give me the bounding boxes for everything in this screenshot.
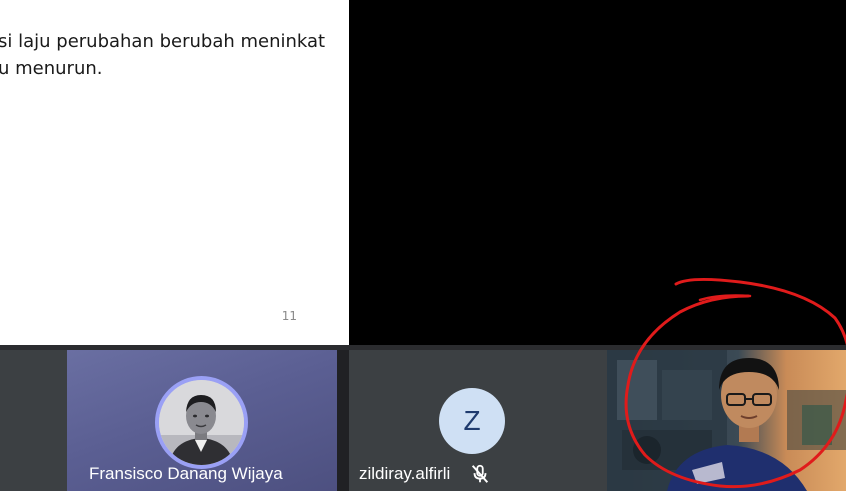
presentation-background (349, 0, 846, 345)
presentation-slide: si laju perubahan berubah meninkat u men… (0, 0, 349, 345)
slide-page-number: 11 (281, 309, 297, 323)
participant-tile-camera[interactable] (607, 350, 846, 491)
slide-text: si laju perubahan berubah meninkat u men… (0, 31, 326, 79)
participant-name: zildiray.alfirli (359, 464, 451, 483)
participant-tile-zildiray[interactable]: Z zildiray.alfirli (349, 350, 607, 491)
participant-tile-fransisco[interactable]: Fransisco Danang Wijaya (67, 350, 337, 491)
participant-tile-partial[interactable] (0, 350, 67, 491)
participant-name: Fransisco Danang Wijaya (89, 464, 283, 483)
avatar: Z (439, 388, 505, 454)
mic-off-icon (471, 464, 489, 483)
participant-strip: Fransisco Danang Wijaya Z zildiray.alfir… (0, 345, 846, 491)
camera-video-feed (607, 350, 846, 491)
profile-photo-icon (159, 380, 244, 465)
avatar (155, 376, 248, 469)
